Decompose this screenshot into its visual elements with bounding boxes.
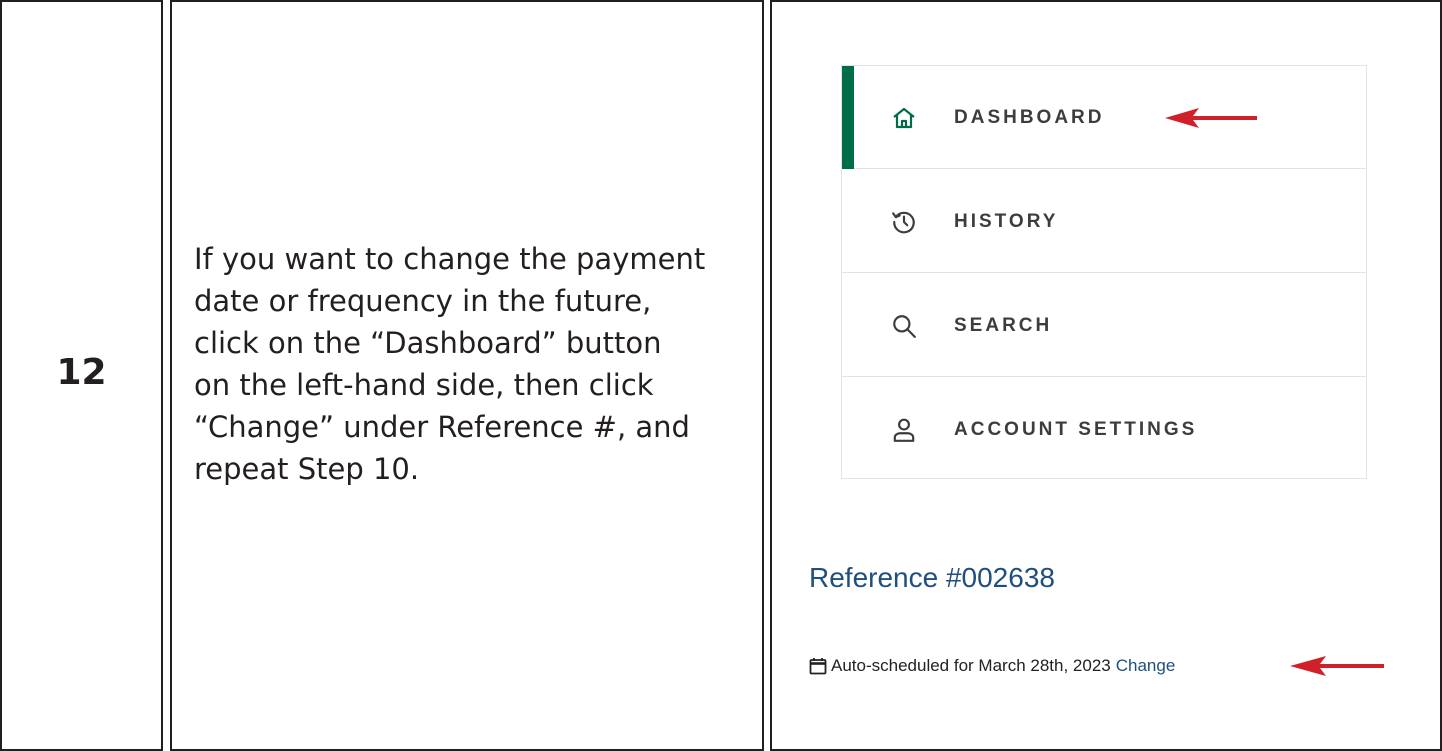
red-arrow-icon bbox=[1290, 656, 1384, 676]
instruction-text: If you want to change the payment date o… bbox=[194, 238, 754, 490]
sidebar-item-history[interactable]: HISTORY bbox=[842, 170, 1366, 273]
step-number: 12 bbox=[56, 352, 107, 393]
home-icon bbox=[890, 104, 918, 132]
history-icon bbox=[890, 208, 918, 236]
instruction-cell: If you want to change the payment date o… bbox=[170, 0, 764, 751]
sidebar-nav: DASHBOARD HISTORY SEARCH ACCOUNT SETTING… bbox=[841, 65, 1367, 479]
instruction-table: 12 If you want to change the payment dat… bbox=[0, 0, 1442, 751]
search-icon bbox=[890, 312, 918, 340]
instruction-line: click on the “Dashboard” button bbox=[194, 326, 662, 360]
reference-title: Reference #002638 bbox=[809, 562, 1055, 593]
sidebar-item-label: ACCOUNT SETTINGS bbox=[954, 418, 1198, 440]
sidebar-item-label: DASHBOARD bbox=[954, 106, 1105, 128]
divider bbox=[842, 376, 1366, 377]
divider bbox=[842, 272, 1366, 273]
sidebar-item-dashboard[interactable]: DASHBOARD bbox=[842, 66, 1366, 169]
schedule-text: Auto-scheduled for March 28th, 2023 bbox=[831, 656, 1111, 675]
sidebar-item-search[interactable]: SEARCH bbox=[842, 274, 1366, 377]
sidebar-item-label: HISTORY bbox=[954, 210, 1059, 232]
instruction-line: on the left-hand side, then click bbox=[194, 368, 654, 402]
red-arrow-icon bbox=[1165, 108, 1257, 128]
change-link[interactable]: Change bbox=[1116, 656, 1176, 676]
calendar-icon bbox=[809, 657, 827, 675]
instruction-line: date or frequency in the future, bbox=[194, 284, 652, 318]
instruction-line: If you want to change the payment bbox=[194, 242, 706, 276]
screenshot-cell: DASHBOARD HISTORY SEARCH ACCOUNT SETTING… bbox=[770, 0, 1442, 751]
divider bbox=[854, 168, 1366, 169]
user-icon bbox=[890, 416, 918, 444]
instruction-line: repeat Step 10. bbox=[194, 452, 420, 486]
instruction-line: “Change” under Reference #, and bbox=[194, 410, 690, 444]
sidebar-item-account-settings[interactable]: ACCOUNT SETTINGS bbox=[842, 378, 1366, 481]
schedule-info: Auto-scheduled for March 28th, 2023 Chan… bbox=[809, 656, 1175, 676]
step-number-cell: 12 bbox=[0, 0, 163, 751]
sidebar-item-label: SEARCH bbox=[954, 314, 1053, 336]
